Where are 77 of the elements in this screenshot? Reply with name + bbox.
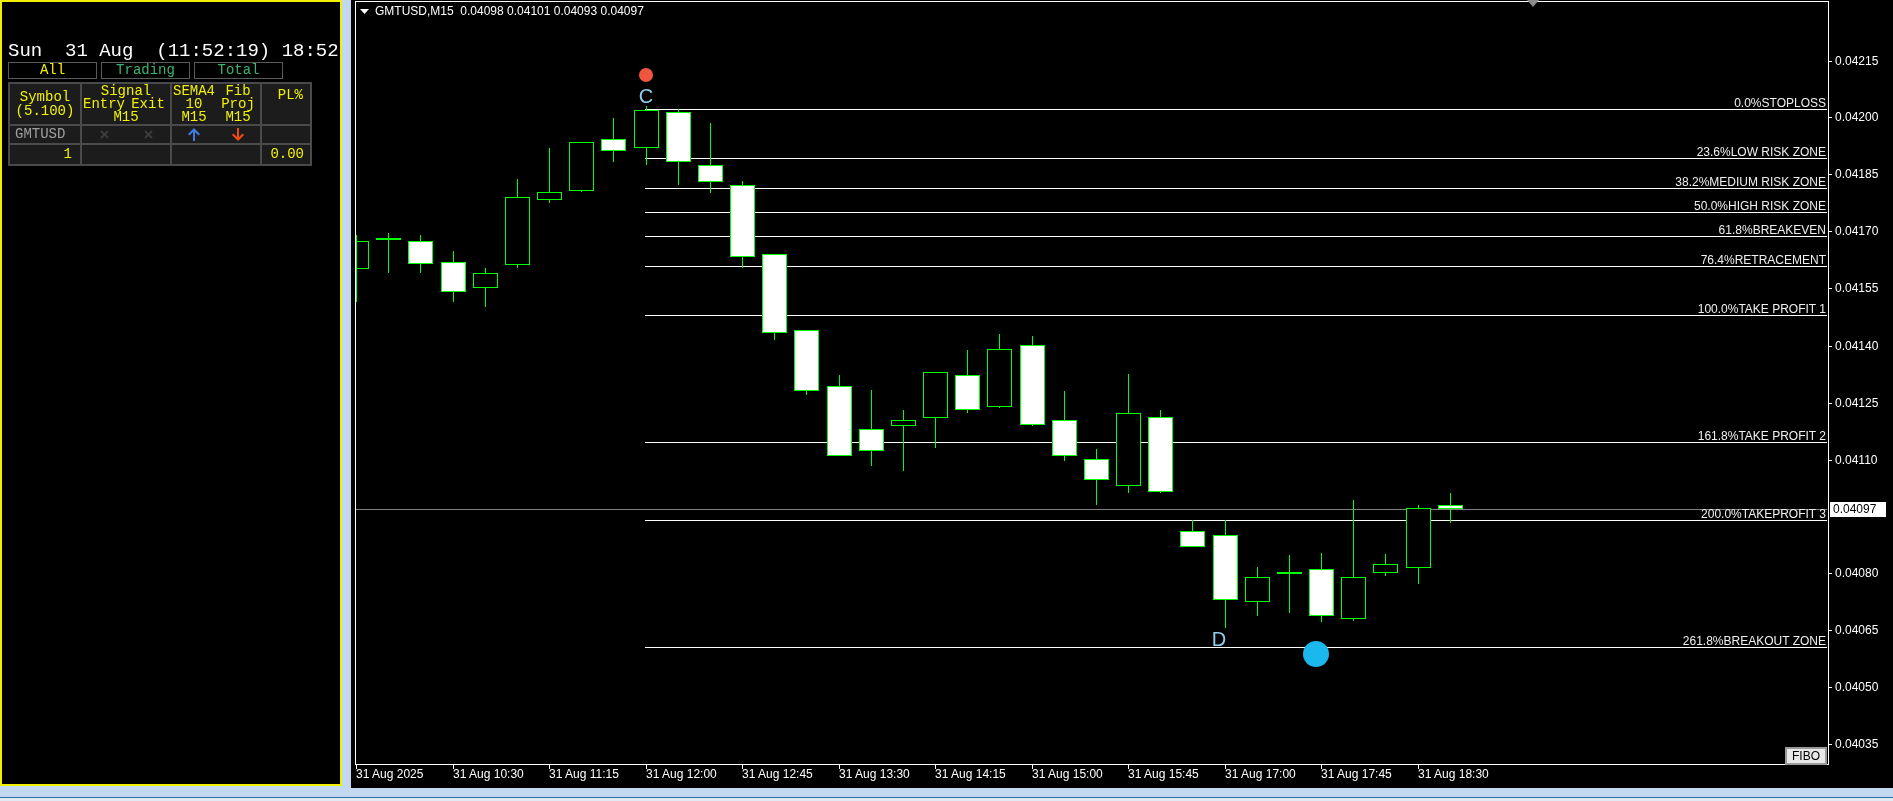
fib-level-label: 261.8%BREAKOUT ZONE [1682, 636, 1826, 647]
price-axis-label: 0.04035 [1835, 737, 1879, 751]
current-price-label: 0.04097 [1830, 502, 1886, 517]
candlestick [1309, 552, 1334, 623]
column-header: Entry [82, 98, 126, 111]
filter-tab[interactable]: All [8, 62, 97, 79]
table-cell: GMTUSD [10, 126, 80, 143]
column-header: Exit [131, 98, 166, 111]
candlestick [1180, 519, 1205, 548]
price-axis-label: 0.04200 [1835, 110, 1879, 124]
price-axis-label: 0.04110 [1835, 453, 1878, 467]
fib-level-label: 76.4%RETRACEMENT [1700, 255, 1826, 266]
candlestick [408, 234, 433, 274]
table-cell: 1 [10, 145, 80, 164]
fib-level-label: 61.8%BREAKEVEN [1718, 225, 1826, 236]
candlestick [1438, 492, 1463, 524]
candlestick [356, 234, 369, 303]
time-axis-label: 31 Aug 17:00 [1225, 767, 1296, 781]
chart-title: GMTUSD,M15 0.04098 0.04101 0.04093 0.04097 [375, 4, 644, 18]
filter-tab[interactable]: Total [194, 62, 283, 79]
time-axis-label: 31 Aug 13:30 [839, 767, 910, 781]
candlestick [1245, 566, 1270, 617]
price-axis-label: 0.04065 [1835, 623, 1879, 637]
time-axis-label: 31 Aug 2025 [356, 767, 424, 781]
time-axis-label: 31 Aug 18:30 [1418, 767, 1489, 781]
price-axis-label: 0.04050 [1835, 680, 1879, 694]
fibo-button[interactable]: FIBO [1785, 747, 1827, 765]
price-axis-label: 0.04125 [1835, 396, 1879, 410]
price-axis-label: 0.04155 [1835, 281, 1879, 295]
time-axis-label: 31 Aug 14:15 [935, 767, 1006, 781]
fib-level-label: 23.6%LOW RISK ZONE [1696, 147, 1826, 158]
fib-level-label: 161.8%TAKE PROFIT 2 [1697, 431, 1826, 442]
candlestick [1373, 553, 1398, 577]
column-header: Fib Proj M15 [220, 85, 256, 124]
candlestick [794, 329, 819, 396]
time-axis-label: 31 Aug 15:45 [1128, 767, 1199, 781]
price-axis-label: 0.04185 [1835, 167, 1879, 181]
time-axis-label: 31 Aug 17:45 [1321, 767, 1392, 781]
price-axis-label: 0.04140 [1835, 339, 1879, 353]
price-axis-label: 0.04170 [1835, 224, 1879, 238]
swing-point-label: C [637, 86, 655, 106]
candlestick [1084, 448, 1109, 506]
candlestick [891, 409, 916, 472]
column-header: PL% [262, 84, 310, 124]
column-header: SEMA4 10 M15 [172, 85, 216, 124]
fib-level-label: 0.0%STOPLOSS [1734, 98, 1826, 109]
swing-point-label: D [1210, 629, 1228, 649]
price-axis-label: 0.04215 [1835, 54, 1879, 68]
column-header: Symbol (5.100) [10, 84, 80, 124]
candlestick [441, 250, 466, 303]
dropdown-triangle-icon[interactable] [360, 9, 369, 14]
shift-marker-icon[interactable] [1527, 0, 1539, 7]
candlestick [376, 232, 401, 274]
candlestick [698, 122, 723, 194]
column-header: M15 [113, 111, 139, 124]
candlestick [1277, 554, 1302, 614]
time-axis-label: 31 Aug 10:30 [453, 767, 524, 781]
candlestick [601, 117, 626, 163]
fib-level-label: 50.0%HIGH RISK ZONE [1693, 201, 1826, 212]
time-axis-label: 31 Aug 11:15 [549, 767, 619, 781]
candlestick [473, 267, 498, 308]
fib-level-label: 38.2%MEDIUM RISK ZONE [1675, 177, 1826, 188]
price-axis-label: 0.04080 [1835, 566, 1879, 580]
column-header: Signal [100, 85, 152, 98]
time-axis-label: 31 Aug 12:00 [646, 767, 717, 781]
fib-level-label: 200.0%TAKEPROFIT 3 [1701, 509, 1826, 520]
candlestick [634, 105, 659, 166]
fib-level-label: 100.0%TAKE PROFIT 1 [1697, 304, 1826, 315]
time-axis-label: 31 Aug 15:00 [1032, 767, 1103, 781]
candlestick [955, 349, 980, 414]
filter-tab[interactable]: Trading [101, 62, 190, 79]
candlestick [537, 147, 562, 204]
time-axis-label: 31 Aug 12:45 [742, 767, 813, 781]
table-cell [262, 126, 310, 143]
candlestick [1052, 390, 1077, 462]
table-cell: 0.00 [262, 145, 310, 164]
candlestick [569, 141, 594, 193]
